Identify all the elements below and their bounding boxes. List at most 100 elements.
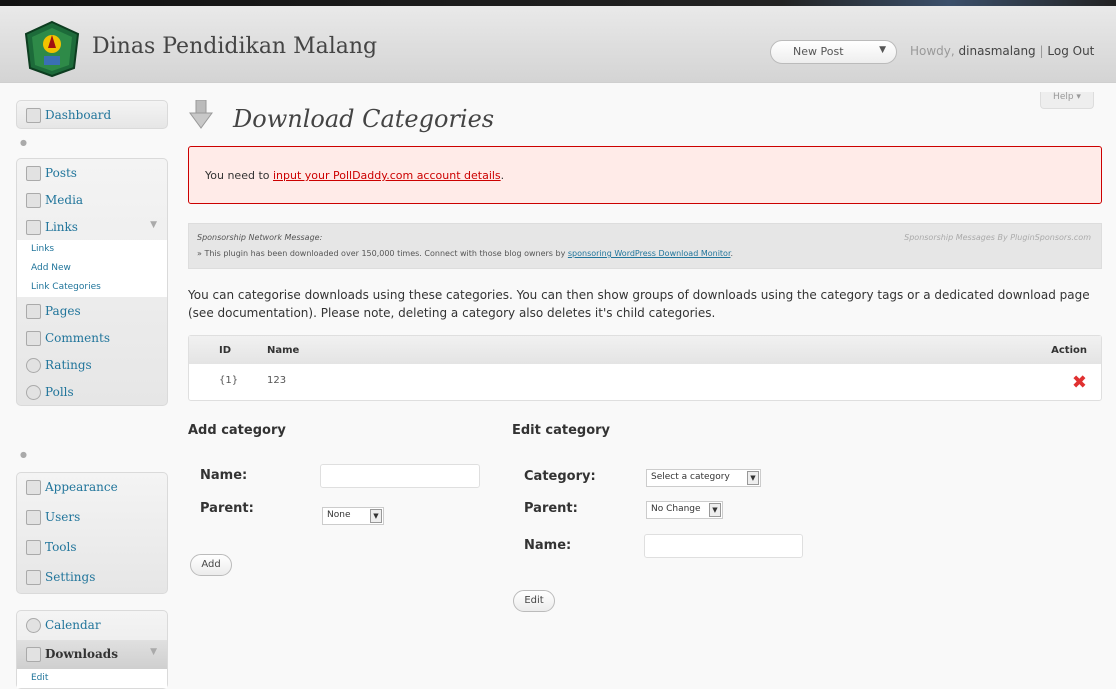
- sidebar-group-plugins: Calendar Downloads ▼ Edit: [16, 610, 168, 689]
- select-arrow-icon: ▼: [709, 503, 721, 517]
- submenu-label: Add New: [31, 263, 71, 273]
- table-row: {1} 123 ✖: [189, 366, 1101, 400]
- sidebar-item-label: Media: [45, 193, 84, 207]
- delete-icon[interactable]: ✖: [1072, 372, 1087, 393]
- sidebar-item-label: Calendar: [45, 618, 101, 632]
- ratings-icon: [26, 358, 41, 373]
- sidebar-item-comments[interactable]: Comments: [17, 324, 167, 351]
- edit-category-label: Category:: [524, 469, 596, 484]
- sidebar-item-users[interactable]: Users: [17, 503, 167, 533]
- menu-toggle-icon[interactable]: ▼: [150, 220, 157, 230]
- sidebar-item-links[interactable]: Links ▼: [17, 213, 167, 240]
- downloads-icon: [26, 647, 41, 662]
- submenu-label: Link Categories: [31, 282, 101, 292]
- edit-category-select[interactable]: Select a category ▼: [646, 469, 761, 487]
- submenu-label: Links: [31, 244, 55, 254]
- column-header-id[interactable]: ID: [219, 345, 231, 356]
- column-header-action: Action: [1051, 345, 1087, 356]
- sidebar-item-label: Comments: [45, 331, 110, 345]
- new-post-dropdown[interactable]: New Post ▼: [770, 40, 897, 64]
- sidebar-item-label: Tools: [45, 540, 77, 554]
- edit-parent-select[interactable]: No Change ▼: [646, 501, 723, 519]
- edit-button[interactable]: Edit: [513, 590, 555, 612]
- submenu-item-links[interactable]: Links: [17, 240, 167, 259]
- submenu-item-link-categories[interactable]: Link Categories: [17, 278, 167, 297]
- sponsorship-heading: Sponsorship Network Message:: [197, 233, 323, 242]
- sidebar-item-ratings[interactable]: Ratings: [17, 351, 167, 378]
- edit-name-label: Name:: [524, 538, 572, 553]
- menu-separator: ●: [20, 138, 27, 147]
- site-logo-icon: [24, 20, 80, 78]
- sidebar-group-content: Posts Media Links ▼ Links Add New Link C…: [16, 158, 168, 406]
- sidebar-item-label: Posts: [45, 166, 77, 180]
- sponsorship-text: » This plugin has been downloaded over 1…: [197, 249, 733, 258]
- add-parent-select[interactable]: None ▼: [322, 507, 384, 525]
- sponsorship-body: » This plugin has been downloaded over 1…: [197, 249, 568, 258]
- edit-parent-label: Parent:: [524, 501, 578, 516]
- sidebar-item-label: Links: [45, 220, 78, 234]
- polldaddy-account-link[interactable]: input your PollDaddy.com account details: [273, 169, 501, 182]
- menu-toggle-icon[interactable]: ▼: [150, 647, 157, 657]
- table-header: ID Name Action: [189, 336, 1101, 364]
- sidebar-item-calendar[interactable]: Calendar: [17, 611, 167, 640]
- users-icon: [26, 510, 41, 525]
- sidebar-item-polls[interactable]: Polls: [17, 378, 167, 405]
- sidebar-item-downloads[interactable]: Downloads ▼: [17, 640, 167, 669]
- comments-icon: [26, 331, 41, 346]
- sidebar-item-label: Settings: [45, 570, 96, 584]
- error-prefix: You need to: [205, 169, 273, 182]
- select-arrow-icon: ▼: [370, 509, 382, 523]
- sidebar-item-label: Polls: [45, 385, 74, 399]
- sidebar-item-tools[interactable]: Tools: [17, 533, 167, 563]
- submenu-item-add-new[interactable]: Add New: [17, 259, 167, 278]
- download-arrow-icon: [189, 100, 213, 129]
- add-name-label: Name:: [200, 468, 248, 483]
- add-parent-label: Parent:: [200, 501, 254, 516]
- admin-header: Dinas Pendidikan Malang New Post ▼ Howdy…: [0, 6, 1116, 83]
- column-header-name[interactable]: Name: [267, 345, 299, 356]
- error-message: You need to input your PollDaddy.com acc…: [205, 169, 504, 182]
- help-tab[interactable]: Help ▾: [1040, 92, 1094, 109]
- sponsorship-suffix: .: [730, 249, 734, 258]
- add-parent-value: None: [327, 510, 351, 520]
- edit-category-heading: Edit category: [512, 423, 611, 438]
- add-category-heading: Add category: [188, 423, 286, 438]
- error-notice: You need to input your PollDaddy.com acc…: [188, 146, 1102, 204]
- sidebar-item-pages[interactable]: Pages: [17, 297, 167, 324]
- sidebar-item-media[interactable]: Media: [17, 186, 167, 213]
- appearance-icon: [26, 480, 41, 495]
- sidebar-item-settings[interactable]: Settings: [17, 563, 167, 593]
- sidebar-group-admin: Appearance Users Tools Settings: [16, 472, 168, 594]
- posts-icon: [26, 166, 41, 181]
- categories-table: ID Name Action {1} 123 ✖: [188, 335, 1102, 401]
- category-id: {1}: [219, 375, 239, 386]
- logout-link[interactable]: Log Out: [1047, 44, 1094, 58]
- sponsorship-source-link[interactable]: Sponsorship Messages By PluginSponsors.c…: [904, 233, 1091, 242]
- add-button[interactable]: Add: [190, 554, 232, 576]
- edit-name-input[interactable]: [644, 534, 803, 558]
- new-post-label: New Post: [793, 45, 844, 58]
- sidebar-group-dashboard: Dashboard: [16, 100, 168, 129]
- chevron-down-icon: ▼: [879, 45, 886, 55]
- settings-icon: [26, 570, 41, 585]
- submenu-item-edit[interactable]: Edit: [17, 669, 167, 688]
- sidebar-item-dashboard[interactable]: Dashboard: [17, 101, 167, 128]
- sponsor-link[interactable]: sponsoring WordPress Download Monitor: [568, 249, 731, 258]
- page-description: You can categorise downloads using these…: [188, 288, 1090, 320]
- site-title[interactable]: Dinas Pendidikan Malang: [92, 34, 377, 59]
- menu-separator: ●: [20, 450, 27, 459]
- sidebar-item-label: Pages: [45, 304, 81, 318]
- polls-icon: [26, 385, 41, 400]
- username-link[interactable]: dinasmalang: [959, 44, 1036, 58]
- sidebar-item-label: Ratings: [45, 358, 92, 372]
- sponsorship-message: Sponsorship Network Message: Sponsorship…: [188, 223, 1102, 269]
- category-name: 123: [267, 375, 287, 386]
- add-name-input[interactable]: [320, 464, 480, 488]
- sidebar-item-posts[interactable]: Posts: [17, 159, 167, 186]
- sidebar-item-appearance[interactable]: Appearance: [17, 473, 167, 503]
- page-title: Download Categories: [233, 105, 495, 133]
- howdy-text: Howdy,: [910, 44, 955, 58]
- sidebar-item-label: Dashboard: [45, 108, 112, 122]
- sidebar-item-label: Users: [45, 510, 81, 524]
- user-greeting: Howdy, dinasmalang | Log Out: [910, 44, 1094, 58]
